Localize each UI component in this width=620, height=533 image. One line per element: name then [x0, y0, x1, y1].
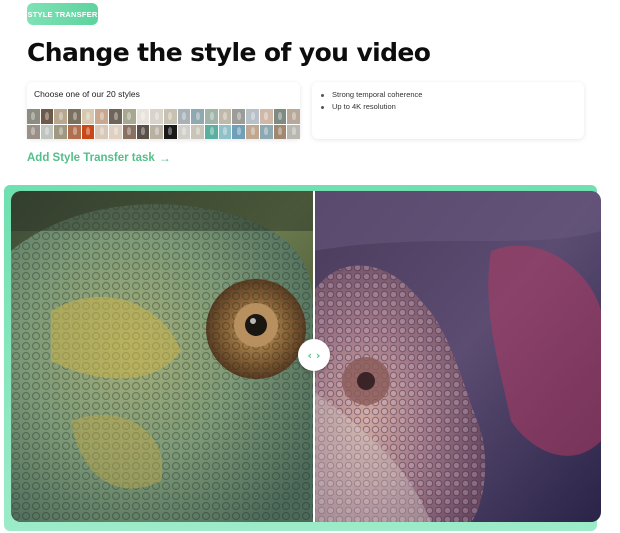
features-list: Strong temporal coherence Up to 4K resol… — [321, 89, 422, 113]
style-thumbnail[interactable] — [136, 109, 150, 124]
style-thumbnail[interactable] — [273, 109, 287, 124]
style-thumbnail[interactable] — [259, 109, 273, 124]
add-task-label: Add Style Transfer task — [27, 152, 155, 164]
bullet-icon — [321, 105, 324, 109]
style-thumbnail[interactable] — [191, 109, 205, 124]
style-thumbnail[interactable] — [232, 109, 246, 124]
style-thumbnail[interactable] — [68, 124, 81, 139]
style-thumbnail[interactable] — [163, 124, 177, 139]
style-thumbnail[interactable] — [287, 109, 300, 124]
style-thumbnail[interactable] — [109, 124, 122, 139]
style-thumbnails — [27, 109, 300, 139]
feature-item: Up to 4K resolution — [321, 101, 422, 113]
style-thumbnail[interactable] — [232, 124, 246, 139]
style-thumbnail[interactable] — [40, 124, 54, 139]
style-thumbnail[interactable] — [205, 109, 218, 124]
style-thumbnail[interactable] — [163, 109, 177, 124]
style-thumbnail[interactable] — [27, 109, 40, 124]
style-thumbnail[interactable] — [54, 109, 68, 124]
style-thumbnail[interactable] — [191, 124, 205, 139]
style-thumbnail[interactable] — [218, 124, 232, 139]
style-thumbnail[interactable] — [246, 124, 259, 139]
style-thumbnail[interactable] — [273, 124, 287, 139]
arrow-right-icon: → — [158, 151, 171, 165]
style-transfer-badge: STYLE TRANSFER — [27, 3, 98, 25]
style-thumbnail[interactable] — [205, 124, 218, 139]
style-thumbnail[interactable] — [81, 124, 95, 139]
feature-text: Up to 4K resolution — [332, 102, 396, 111]
style-thumbnail[interactable] — [95, 124, 109, 139]
style-thumbnail[interactable] — [109, 109, 122, 124]
style-thumbnail[interactable] — [68, 109, 81, 124]
feature-item: Strong temporal coherence — [321, 89, 422, 101]
style-thumbnail[interactable] — [287, 124, 300, 139]
style-thumbnail[interactable] — [40, 109, 54, 124]
style-thumbnail[interactable] — [246, 109, 259, 124]
style-thumbnail[interactable] — [81, 109, 95, 124]
style-thumbnail[interactable] — [122, 124, 136, 139]
style-thumbnail[interactable] — [259, 124, 273, 139]
bullet-icon — [321, 93, 324, 97]
style-thumbnail[interactable] — [150, 109, 163, 124]
add-style-transfer-task-link[interactable]: Add Style Transfer task → — [27, 151, 171, 165]
before-after-comparison[interactable]: ‹ › — [11, 191, 601, 522]
styles-card: Choose one of our 20 styles — [27, 82, 300, 139]
style-thumbnail[interactable] — [95, 109, 109, 124]
style-thumbnail[interactable] — [136, 124, 150, 139]
page-title: Change the style of you video — [27, 38, 431, 67]
compare-arrows-icon[interactable]: ‹ › — [298, 339, 330, 371]
styles-label: Choose one of our 20 styles — [34, 89, 140, 99]
style-thumbnail[interactable] — [177, 124, 191, 139]
style-thumbnail[interactable] — [27, 124, 40, 139]
features-card: Strong temporal coherence Up to 4K resol… — [312, 82, 584, 139]
style-thumbnail[interactable] — [122, 109, 136, 124]
feature-text: Strong temporal coherence — [332, 90, 423, 99]
style-thumbnail[interactable] — [177, 109, 191, 124]
style-thumbnail[interactable] — [218, 109, 232, 124]
style-thumbnail[interactable] — [150, 124, 163, 139]
style-thumbnail[interactable] — [54, 124, 68, 139]
